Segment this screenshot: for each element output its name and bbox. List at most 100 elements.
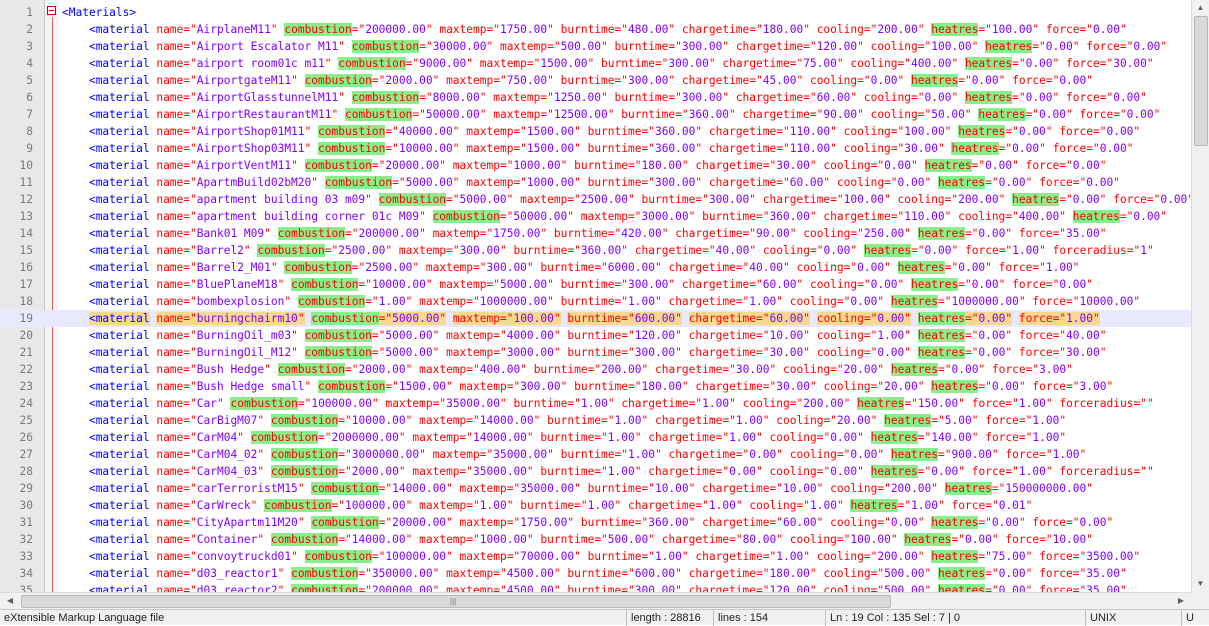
- attr-eq: =": [985, 176, 999, 189]
- attr-eq: =": [594, 431, 608, 444]
- attr-value: 0.00: [978, 329, 1006, 342]
- code-line[interactable]: 6 <material name="AirportGlasstunnelM11"…: [0, 89, 1191, 106]
- code-line[interactable]: 9 <material name="AirportShop03M11" comb…: [0, 140, 1191, 157]
- attr-quote: ": [385, 244, 393, 257]
- code-text: <material name="Barrel2_M01" combustion=…: [62, 259, 1080, 276]
- vertical-scroll-thumb[interactable]: [1194, 16, 1208, 146]
- attr-value: 0.00: [870, 74, 898, 87]
- code-line[interactable]: 35 <material name="d03_reactor2" combust…: [0, 582, 1191, 592]
- attr-name: heatres: [931, 516, 979, 529]
- attr-name: chargetime: [695, 550, 763, 563]
- attr-eq: =": [944, 193, 959, 206]
- code-line[interactable]: 2 <material name="AirplaneM11" combustio…: [0, 21, 1191, 38]
- status-encoding: U: [1181, 610, 1209, 626]
- vertical-scrollbar[interactable]: ▲ ▼: [1191, 0, 1209, 592]
- code-line[interactable]: 11 <material name="ApartmBuild02bM20" co…: [0, 174, 1191, 191]
- attr-name: name: [156, 142, 184, 155]
- attr-value: 1000.00: [526, 176, 575, 189]
- code-text: <material name="Bank01 M09" combustion="…: [62, 225, 1106, 242]
- code-text: <material name="Bush Hedge" combustion="…: [62, 361, 1073, 378]
- code-line[interactable]: 27 <material name="CarM04_02" combustion…: [0, 446, 1191, 463]
- horizontal-scroll-thumb[interactable]: |||: [21, 595, 891, 608]
- attr-value: 0.00: [1126, 108, 1154, 121]
- code-line[interactable]: 23 <material name="Bush Hedge small" com…: [0, 378, 1191, 395]
- attr-name: cooling: [823, 159, 871, 172]
- attr-name: force: [1032, 516, 1067, 529]
- attr-value: 35.00: [1086, 567, 1120, 580]
- code-line[interactable]: 1 <Materials>: [0, 4, 1191, 21]
- attr-value: 100.00: [904, 125, 945, 138]
- code-line[interactable]: 14 <material name="Bank01 M09" combustio…: [0, 225, 1191, 242]
- attr-value: 2500.00: [365, 261, 413, 274]
- attr-name: combustion: [304, 159, 372, 172]
- code-line[interactable]: 5 <material name="AirportgateM11" combus…: [0, 72, 1191, 89]
- attr-eq: =": [473, 261, 487, 274]
- xml-tag: <material: [88, 312, 150, 325]
- attr-name: heatres: [857, 397, 905, 410]
- code-line[interactable]: 21 <material name="BurningOil_M12" combu…: [0, 344, 1191, 361]
- attr-eq: =": [513, 142, 527, 155]
- code-line[interactable]: 4 <material name="airport room01c m11" c…: [0, 55, 1191, 72]
- code-line[interactable]: 22 <material name="Bush Hedge" combustio…: [0, 361, 1191, 378]
- attr-value: 360.00: [580, 244, 622, 257]
- arrow-up-icon[interactable]: ▲: [1192, 0, 1209, 16]
- attr-name: name: [156, 278, 184, 291]
- code-line[interactable]: 15 <material name="Barrel2" combustion="…: [0, 242, 1191, 259]
- attr-quote: ": [944, 210, 952, 223]
- code-line[interactable]: 29 <material name="carTerroristM15" comb…: [0, 480, 1191, 497]
- attr-name: combustion: [284, 23, 352, 36]
- code-line[interactable]: 3 <material name="Airport Escalator M11"…: [0, 38, 1191, 55]
- attr-value: 500.00: [560, 40, 602, 53]
- code-line[interactable]: 17 <material name="BluePlaneM18" combust…: [0, 276, 1191, 293]
- code-text: <material name="d03_reactor1" combustion…: [62, 565, 1127, 582]
- attr-eq: =": [749, 74, 763, 87]
- arrow-left-icon[interactable]: ◀: [2, 593, 18, 609]
- code-line[interactable]: 24 <material name="Car" combustion="1000…: [0, 395, 1191, 412]
- code-line[interactable]: 33 <material name="convoytruckd01" combu…: [0, 548, 1191, 565]
- attr-eq: =": [944, 261, 959, 274]
- attr-eq: =": [938, 363, 952, 376]
- attr-name: maxtemp: [432, 227, 480, 240]
- attr-name: force: [1032, 295, 1067, 308]
- code-line[interactable]: 28 <material name="CarM04_03" combustion…: [0, 463, 1191, 480]
- attr-quote: ": [688, 482, 696, 495]
- horizontal-scrollbar[interactable]: ◀ ||| ▶: [0, 592, 1191, 609]
- arrow-down-icon[interactable]: ▼: [1192, 576, 1209, 592]
- code-line[interactable]: 18 <material name="bombexplosion" combus…: [0, 293, 1191, 310]
- code-line[interactable]: 7 <material name="AirportRestaurantM11" …: [0, 106, 1191, 123]
- code-line[interactable]: 31 <material name="CityApartm11M20" comb…: [0, 514, 1191, 531]
- code-editor[interactable]: 1 <Materials> 2 <material name="AirplaneM1…: [0, 0, 1191, 592]
- attr-quote: ": [1052, 57, 1060, 70]
- code-line[interactable]: 13 <material name="apartment building co…: [0, 208, 1191, 225]
- line-number: 7: [26, 108, 33, 121]
- code-line[interactable]: 12 <material name="apartment building 03…: [0, 191, 1191, 208]
- arrow-right-icon[interactable]: ▶: [1173, 593, 1189, 609]
- attr-quote: ": [291, 329, 298, 342]
- attr-name: force: [1052, 142, 1087, 155]
- attr-value: 5000.00: [385, 346, 433, 359]
- line-number: 3: [26, 40, 33, 53]
- code-line[interactable]: 30 <material name="CarWreck" combustion=…: [0, 497, 1191, 514]
- attr-name: cooling: [789, 295, 837, 308]
- attr-quote: ": [708, 57, 716, 70]
- code-line[interactable]: 20 <material name="BurningOil_m03" combu…: [0, 327, 1191, 344]
- code-line-current[interactable]: 19 <material name="burningchairm10" comb…: [0, 310, 1191, 327]
- code-line[interactable]: 8 <material name="AirportShop01M11" comb…: [0, 123, 1191, 140]
- code-line[interactable]: 16 <material name="Barrel2_M01" combusti…: [0, 259, 1191, 276]
- code-line[interactable]: 34 <material name="d03_reactor1" combust…: [0, 565, 1191, 582]
- code-line[interactable]: 32 <material name="Container" combustion…: [0, 531, 1191, 548]
- attr-value: 50000.00: [425, 108, 480, 121]
- attr-name: combustion: [304, 346, 372, 359]
- attr-value: 1.00: [1045, 261, 1073, 274]
- code-line[interactable]: 10 <material name="AirportVentM11" combu…: [0, 157, 1191, 174]
- attr-value: 14000.00: [351, 533, 406, 546]
- attr-name: chargetime: [695, 380, 763, 393]
- attr-value: 0.00: [870, 278, 898, 291]
- attr-name: heatres: [951, 142, 999, 155]
- code-line[interactable]: 26 <material name="CarM04" combustion="2…: [0, 429, 1191, 446]
- attr-value: 200000.00: [365, 23, 426, 36]
- attr-eq: =": [863, 23, 878, 36]
- attr-quote: ": [675, 329, 682, 342]
- attr-name: cooling: [789, 448, 837, 461]
- code-line[interactable]: 25 <material name="CarBigM07" combustion…: [0, 412, 1191, 429]
